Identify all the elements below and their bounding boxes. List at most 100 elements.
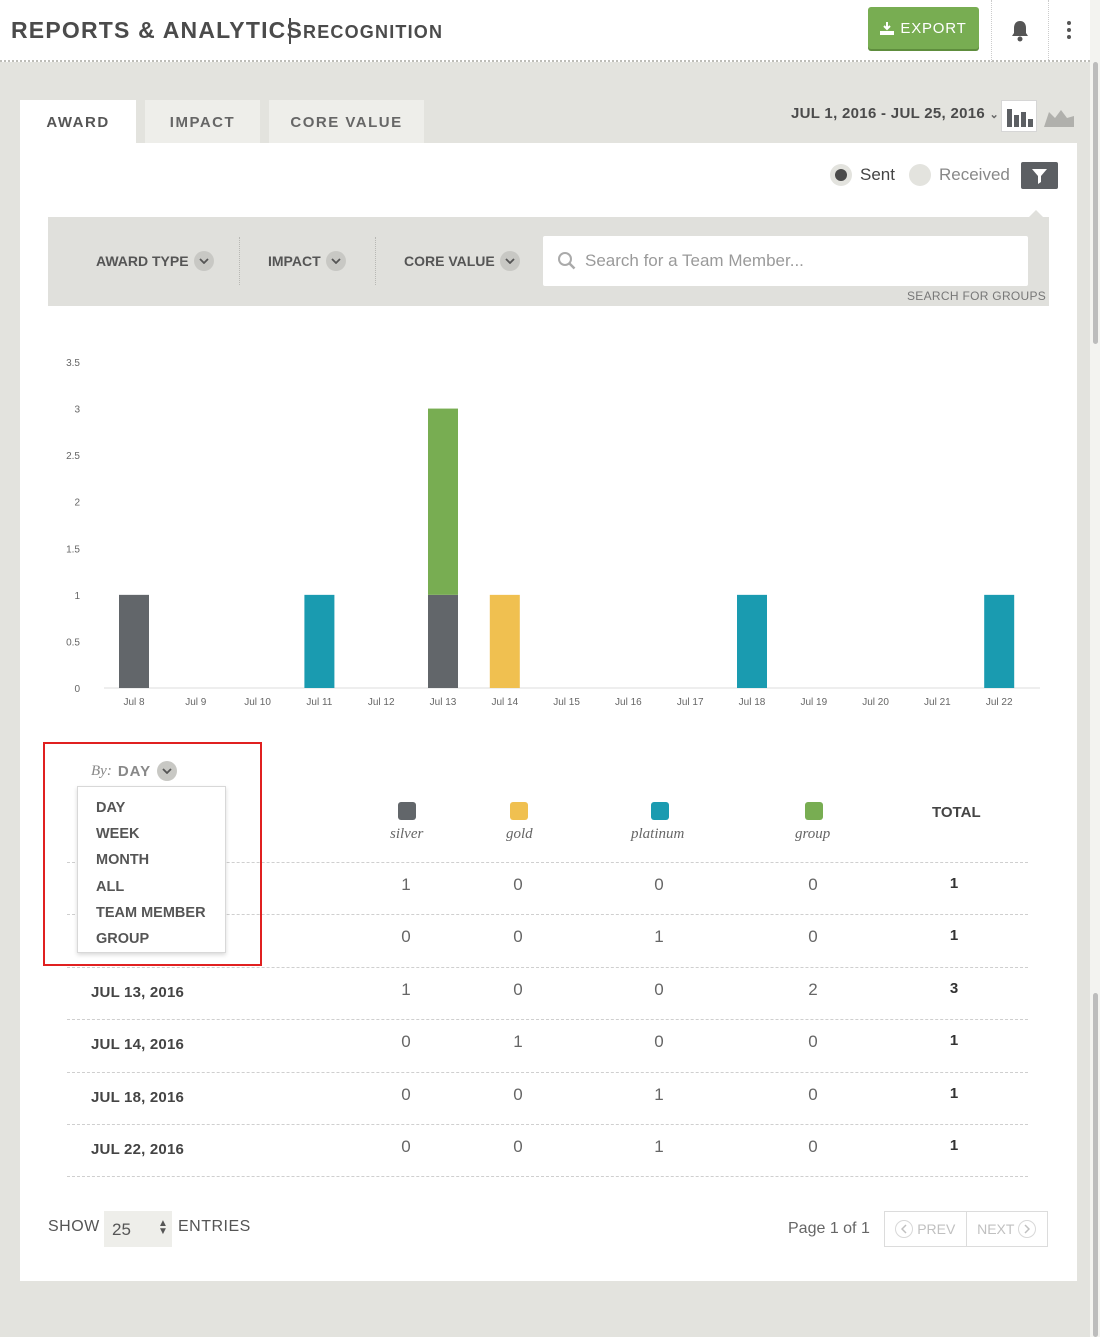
- tab-core-value[interactable]: CORE VALUE: [269, 100, 424, 144]
- bar-silver[interactable]: [428, 594, 458, 688]
- entries-label: ENTRIES: [178, 1218, 251, 1235]
- export-button[interactable]: EXPORT: [868, 7, 979, 49]
- award-bar-chart: 0 0.5 1 1.5 2 2.5 3 3.5 Jul 8 Jul 9 Jul 10 Jul 11 Ju…: [66, 358, 1040, 708]
- cell-total: 1: [949, 1137, 959, 1154]
- x-tick-label: Jul 17: [677, 697, 704, 708]
- chevron-down-icon: [193, 251, 214, 271]
- entries-per-page-select[interactable]: 25 ▲ ▼: [104, 1211, 172, 1247]
- impact-label: IMPACT: [268, 253, 321, 269]
- cell-group: 0: [808, 1032, 818, 1051]
- x-tick-label: Jul 18: [739, 697, 766, 708]
- pagination: PREV NEXT: [884, 1211, 1048, 1247]
- cell-total: 1: [949, 1085, 959, 1102]
- page-subtitle: RECOGNITION: [303, 22, 444, 42]
- cell-group: 0: [808, 1085, 818, 1104]
- cell-silver: 1: [401, 875, 411, 894]
- award-type-filter[interactable]: AWARD TYPE: [96, 251, 214, 271]
- cell-silver: 0: [401, 1085, 411, 1104]
- chevron-left-icon: [895, 1220, 914, 1238]
- cell-total: 1: [949, 1032, 959, 1049]
- row-divider: [67, 1072, 1028, 1073]
- cell-platinum: 1: [654, 927, 664, 946]
- group-swatch: [805, 802, 823, 820]
- bar-chart-icon: [1007, 109, 1033, 127]
- chevron-down-icon: [499, 251, 520, 271]
- cell-gold: 0: [513, 875, 523, 894]
- x-tick-label: Jul 19: [800, 697, 827, 708]
- chevron-down-icon: ⌄: [989, 109, 1000, 121]
- bell-icon[interactable]: [1010, 20, 1030, 42]
- download-icon: [880, 22, 895, 35]
- prev-label: PREV: [917, 1221, 956, 1237]
- x-tick-label: Jul 22: [986, 697, 1013, 708]
- cell-platinum: 1: [654, 1085, 664, 1104]
- bar-gold[interactable]: [489, 594, 520, 688]
- team-member-search-input[interactable]: [585, 251, 1005, 271]
- bar-platinum[interactable]: [304, 594, 335, 688]
- header-divider: [991, 0, 992, 62]
- x-tick-label: Jul 12: [368, 697, 395, 708]
- bar-silver[interactable]: [119, 594, 149, 688]
- sort-arrows-icon: ▲ ▼: [158, 1218, 168, 1237]
- top-bar: REPORTS & ANALYTICS RECOGNITION EXPORT: [0, 0, 1090, 62]
- row-date: JUL 22, 2016: [91, 1141, 185, 1158]
- y-tick-label: 0.5: [66, 637, 80, 648]
- bar-platinum[interactable]: [984, 594, 1015, 688]
- cell-gold: 0: [513, 1085, 523, 1104]
- cell-total: 3: [949, 980, 959, 997]
- title-divider: [289, 18, 291, 44]
- cell-platinum: 1: [654, 1137, 664, 1156]
- prev-button[interactable]: PREV: [885, 1212, 967, 1246]
- radio-unselected-icon: [909, 164, 931, 186]
- received-label: Received: [939, 165, 1010, 184]
- search-box[interactable]: [543, 236, 1028, 286]
- cell-group: 0: [808, 927, 818, 946]
- x-tick-label: Jul 13: [430, 697, 457, 708]
- y-tick-label: 2: [74, 498, 80, 509]
- filter-divider: [375, 237, 376, 285]
- x-tick-label: Jul 9: [185, 697, 207, 708]
- y-tick-label: 3.5: [66, 358, 80, 369]
- row-divider: [67, 967, 1028, 968]
- bar-platinum[interactable]: [737, 594, 767, 688]
- export-label: EXPORT: [900, 19, 967, 37]
- bar-group[interactable]: [428, 408, 458, 595]
- total-column-header: TOTAL: [932, 804, 981, 821]
- tab-impact[interactable]: IMPACT: [145, 100, 260, 144]
- cell-silver: 0: [401, 1137, 411, 1156]
- y-tick-label: 1: [74, 591, 80, 602]
- date-range-text: JUL 1, 2016 - JUL 25, 2016: [791, 105, 986, 122]
- scrollbar-thumb[interactable]: [1093, 62, 1098, 344]
- group-column-header: group: [795, 826, 831, 842]
- cell-gold: 0: [513, 927, 523, 946]
- filter-toggle-button[interactable]: [1021, 162, 1058, 189]
- gold-column-header: gold: [506, 826, 533, 842]
- radio-selected-icon: [830, 164, 852, 186]
- received-radio[interactable]: Received: [909, 164, 1010, 186]
- tab-award[interactable]: AWARD: [20, 100, 136, 144]
- cell-group: 0: [808, 1137, 818, 1156]
- more-menu-icon[interactable]: [1064, 20, 1074, 40]
- date-range-picker[interactable]: JUL 1, 2016 - JUL 25, 2016 ⌄: [791, 105, 999, 122]
- scrollbar-thumb[interactable]: [1093, 993, 1098, 1337]
- core-value-filter[interactable]: CORE VALUE: [404, 251, 520, 271]
- next-button[interactable]: NEXT: [967, 1212, 1048, 1246]
- bar-chart-toggle[interactable]: [1001, 100, 1037, 132]
- x-tick-label: Jul 21: [924, 697, 951, 708]
- sent-radio[interactable]: Sent: [830, 164, 895, 186]
- search-for-groups-link[interactable]: SEARCH FOR GROUPS: [907, 289, 1046, 303]
- highlight-box: [43, 742, 262, 966]
- page-title: REPORTS & ANALYTICS: [11, 17, 304, 43]
- filter-icon: [1032, 169, 1047, 184]
- cell-gold: 0: [513, 980, 523, 999]
- platinum-column-header: platinum: [631, 826, 685, 842]
- impact-filter[interactable]: IMPACT: [268, 251, 346, 271]
- y-tick-label: 2.5: [66, 451, 80, 462]
- filter-divider: [239, 237, 240, 285]
- cell-platinum: 0: [654, 1032, 664, 1051]
- show-label: SHOW: [48, 1218, 100, 1235]
- header-divider: [1048, 0, 1049, 62]
- area-chart-icon[interactable]: [1043, 104, 1075, 128]
- row-date: JUL 14, 2016: [91, 1036, 185, 1053]
- x-tick-label: Jul 20: [862, 697, 889, 708]
